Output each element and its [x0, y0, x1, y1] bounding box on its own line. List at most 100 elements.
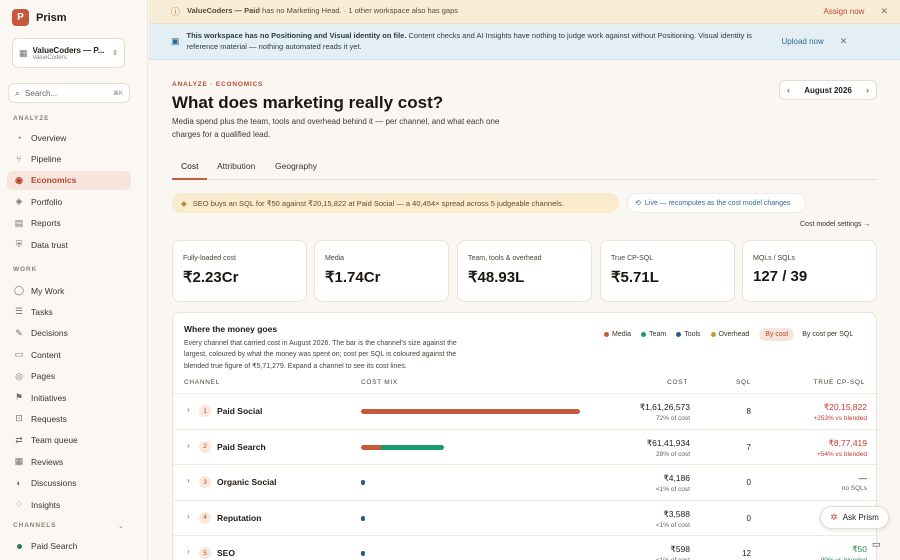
rank-badge: 3 — [199, 476, 211, 488]
table-row[interactable]: › 5 SEO ₹598<1% of cost 12 ₹50-99% vs blended — [173, 535, 878, 560]
month-picker[interactable]: ‹ August 2026 › — [779, 80, 877, 100]
close-icon[interactable]: ✕ — [880, 6, 888, 17]
user-icon: ◯ — [14, 285, 25, 295]
sidebar-item-reviews[interactable]: ▦ Reviews — [7, 452, 131, 471]
col-cost: COST — [667, 379, 688, 386]
chevron-right-icon[interactable]: › — [187, 547, 190, 556]
ask-prism-button[interactable]: ✲ Ask Prism — [820, 506, 889, 529]
table-row[interactable]: › 4 Reputation ₹3,588 <1% of cost 0 — [173, 499, 878, 536]
rank-badge: 2 — [199, 440, 211, 453]
sidebar-item-label: Reviews — [31, 456, 64, 467]
by-cost-per-sql-toggle[interactable]: By cost per SQL — [796, 328, 859, 341]
requests-icon: ⊡ — [15, 413, 23, 424]
sidebar-item-data-trust[interactable]: ⛨ Data trust — [7, 235, 131, 254]
upload-now-button[interactable]: Upload now — [782, 37, 824, 46]
channel-cost: ₹598<1% of cost — [656, 544, 690, 560]
chevron-right-icon[interactable]: › — [187, 405, 190, 414]
channel-cpsql: — no SQLs — [841, 473, 867, 492]
tab-cost[interactable]: Cost — [172, 155, 208, 180]
chevron-right-icon[interactable]: › — [187, 512, 190, 521]
search-shortcut: ⌘K — [112, 90, 123, 97]
info-banner: ▣ This workspace has no Positioning and … — [149, 24, 900, 60]
money-card: Where the money goes Every channel that … — [172, 312, 878, 560]
sidebar-item-content[interactable]: ▭ Content — [7, 345, 131, 364]
sidebar-item-my-work[interactable]: ◯ My Work — [7, 281, 131, 300]
sidebar-item-pages[interactable]: ◎ Pages — [7, 367, 131, 386]
sidebar-item-team-queue[interactable]: ⇄ Team queue — [7, 431, 131, 450]
sidebar-item-insights[interactable]: ♢ Insights — [7, 495, 131, 514]
search-icon: ⌕ — [15, 87, 21, 98]
workspace-switcher[interactable]: ▦ ValueCoders — P... ValueCoders ⇕ — [12, 38, 125, 68]
chevron-left-icon[interactable]: ‹ — [787, 85, 790, 95]
kpi-value: ₹5.71L — [611, 269, 659, 286]
month-label: August 2026 — [804, 85, 852, 95]
sidebar-item-pipeline[interactable]: ⑂ Pipeline — [7, 149, 131, 168]
warning-icon: ⓘ — [171, 7, 181, 17]
channel-cpsql: ₹8,77,419 +54% vs blended — [816, 437, 867, 458]
table-row[interactable]: › 2 Paid Search ₹61,41,934 28% of cost 7 ₹8,77… — [173, 428, 878, 465]
legend-media: Media — [604, 331, 631, 338]
sparkle-icon: ✲ — [830, 512, 838, 522]
sidebar-item-label: Team queue — [31, 435, 78, 446]
sidebar-item-discussions[interactable]: ◐ Discussions — [7, 474, 131, 493]
brand[interactable]: P Prism — [12, 9, 67, 26]
search-input[interactable]: ⌕ Search... ⌘K — [8, 83, 130, 103]
tab-attribution[interactable]: Attribution — [217, 155, 255, 180]
sidebar-item-paid-search[interactable]: Paid Search — [7, 536, 131, 555]
cost-model-settings-link[interactable]: Cost model settings → — [800, 221, 870, 228]
money-card-title: Where the money goes — [184, 324, 278, 334]
kpi-value: ₹2.23Cr — [183, 269, 239, 286]
sidebar-item-label: Economics — [31, 175, 77, 186]
chevron-updown-icon: ⇕ — [112, 50, 118, 57]
channel-name: SEO — [217, 548, 235, 558]
sidebar-item-initiatives[interactable]: ⚑ Initiatives — [7, 388, 131, 407]
sidebar-item-label: Pipeline — [31, 153, 62, 164]
sidebar-item-decisions[interactable]: ✎ Decisions — [7, 324, 131, 343]
cost-legend: Media Team Tools Overhead By cost By cos… — [604, 328, 859, 341]
channel-sql: 8 — [746, 407, 751, 416]
kpi-label: Media — [325, 255, 345, 262]
sidebar-item-tasks[interactable]: ☰ Tasks — [7, 302, 131, 321]
insights-icon: ♢ — [14, 499, 24, 509]
kpi-card: Media ₹1.74Cr — [314, 240, 449, 302]
channel-cpsql: ₹50-99% vs blended — [819, 544, 867, 560]
pages-icon: ◎ — [15, 370, 23, 381]
sidebar-item-label: Tasks — [31, 306, 53, 317]
cost-mix-bar — [361, 515, 365, 521]
chevron-right-icon[interactable]: › — [866, 85, 869, 95]
sidebar-item-overview[interactable]: ◔ Overview — [7, 128, 131, 147]
sidebar-item-label: Paid Search — [31, 540, 78, 551]
col-cpsql: TRUE CP-SQL — [813, 379, 865, 386]
channel-sql: 7 — [746, 442, 751, 452]
channel-sql: 12 — [742, 549, 751, 558]
close-icon[interactable]: ✕ — [840, 36, 848, 47]
discussions-icon: ◐ — [16, 478, 22, 489]
table-row[interactable]: › 1 Paid Social ₹1,61,26,573 72% of cost 8 ₹20… — [173, 393, 878, 429]
sidebar-item-label: Content — [31, 349, 61, 360]
sidebar-item-reports[interactable]: ▤ Reports — [7, 214, 131, 233]
assign-now-button[interactable]: Assign now — [824, 7, 865, 16]
channel-cost: ₹1,61,26,573 72% of cost — [639, 402, 690, 422]
rank-badge: 4 — [199, 511, 211, 524]
cost-mix-segment — [361, 444, 381, 450]
sidebar-item-label: Pages — [31, 371, 56, 382]
sidebar-item-economics[interactable]: ◉ Economics — [7, 170, 131, 190]
sidebar-item-portfolio[interactable]: ◈ Portfolio — [7, 192, 131, 211]
kpi-label: Team, tools & overhead — [468, 255, 542, 262]
kpi-label: Fully-loaded cost — [183, 255, 236, 262]
economics-icon: ◉ — [15, 174, 23, 185]
channel-name: Paid Social — [217, 406, 263, 416]
channel-name: Reputation — [217, 512, 262, 523]
tab-geography[interactable]: Geography — [275, 155, 317, 180]
sidebar-section-work: WORK — [13, 266, 38, 273]
sidebar-item-requests[interactable]: ⊡ Requests — [7, 409, 131, 428]
chat-icon[interactable]: ▭ — [872, 539, 881, 550]
chevron-right-icon[interactable]: › — [187, 476, 190, 485]
page-subtitle: Media spend plus the team, tools and ove… — [172, 117, 500, 139]
by-cost-toggle[interactable]: By cost — [759, 328, 795, 341]
chevron-down-icon[interactable]: ⌄ — [118, 522, 124, 530]
table-row[interactable]: › 3 Organic Social ₹4,186 <1% of cost 0 — no SQ… — [173, 464, 878, 500]
chevron-right-icon[interactable]: › — [187, 441, 190, 450]
decisions-icon: ✎ — [15, 327, 23, 338]
col-sql: SQL — [736, 379, 752, 386]
